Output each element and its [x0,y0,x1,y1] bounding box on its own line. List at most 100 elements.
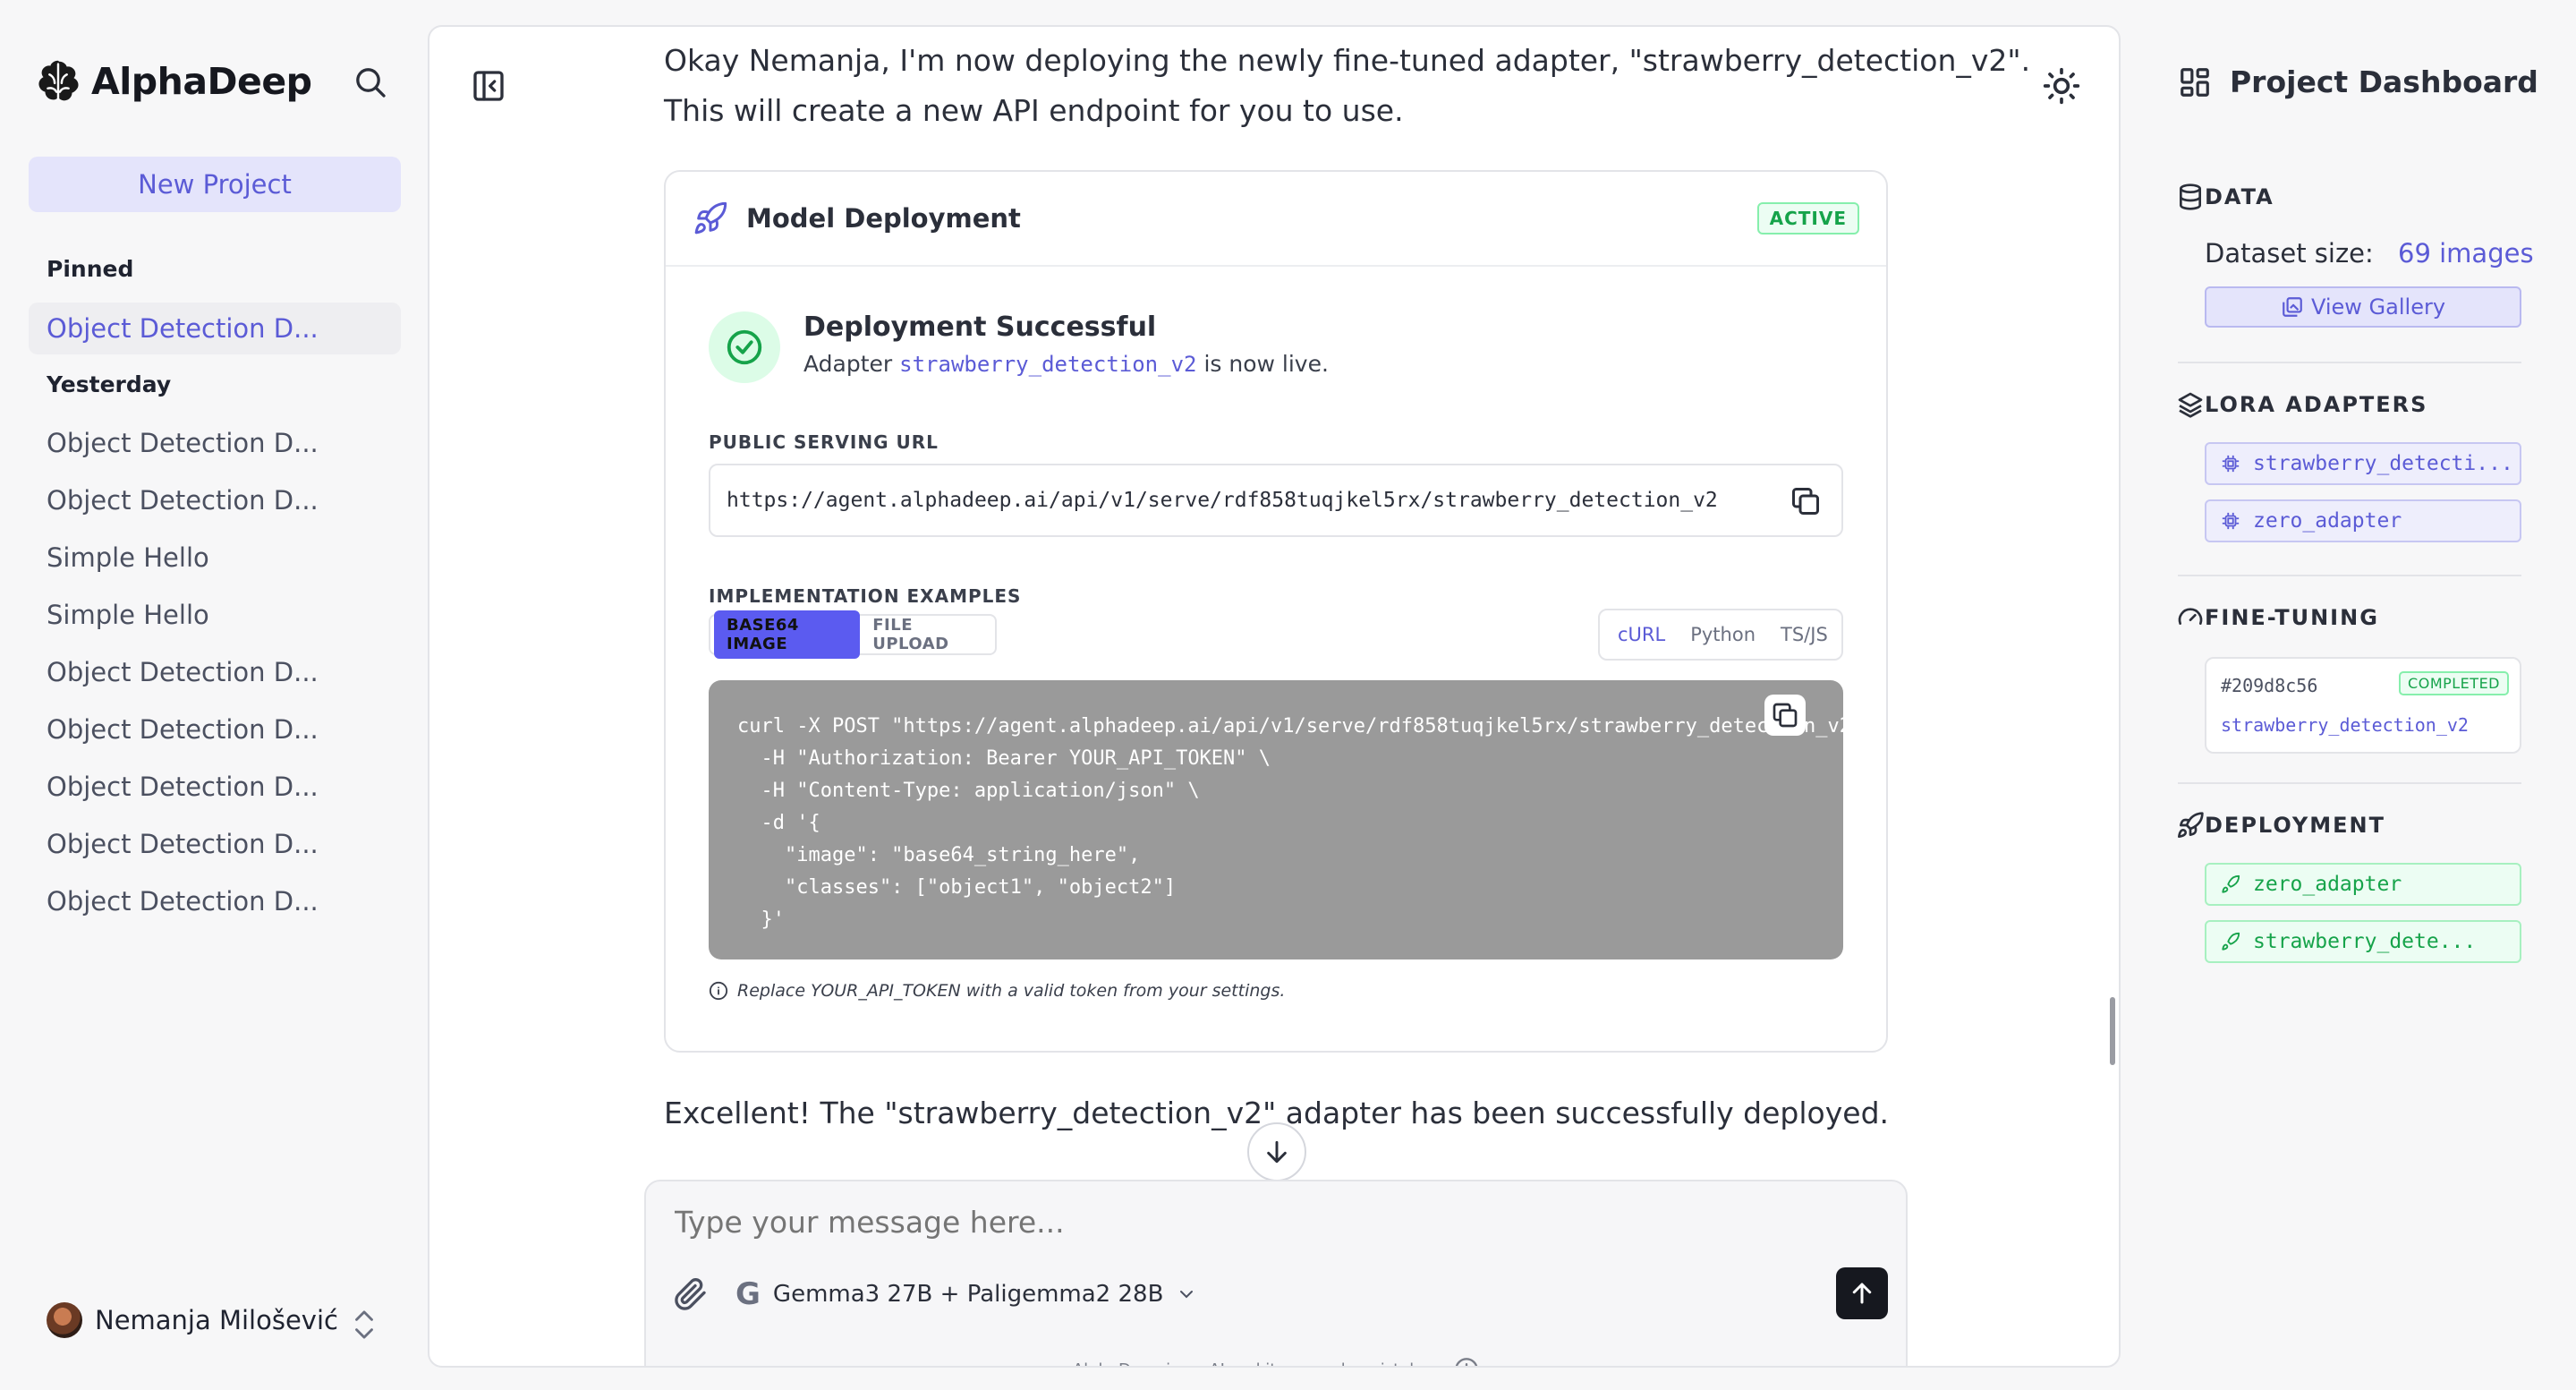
divider [2178,782,2521,784]
view-gallery-label: View Gallery [2310,294,2446,320]
left-sidebar: AlphaDeep New Project Pinned Object Dete… [0,0,428,1390]
chat-panel: Okay Nemanja, I'm now deploying the newl… [428,25,2121,1368]
dataset-size-value[interactable]: 69 images [2398,238,2534,269]
model-deployment-card: Model Deployment ACTIVE Deployment Succe… [664,170,1888,1053]
success-title: Deployment Successful [803,311,1157,343]
avatar [47,1302,82,1338]
tab-base64-image[interactable]: BASE64 IMAGE [714,610,861,659]
cpu-chip-icon [2222,455,2240,473]
sidebar-item-chat[interactable]: Object Detection D... [29,875,401,927]
brand-name: AlphaDeep [91,60,312,103]
rocket-icon [2178,812,2204,838]
deployment-chip[interactable]: zero_adapter [2205,863,2521,906]
lora-adapter-label: zero_adapter [2253,509,2402,533]
message-input[interactable] [675,1205,1838,1240]
brand[interactable]: AlphaDeep [30,54,312,109]
dashboard-title: Project Dashboard [2178,64,2538,99]
finetuning-heading: FINE-TUNING [2205,605,2379,630]
lora-heading: LORA ADAPTERS [2205,392,2428,417]
dashboard-grid-icon [2181,67,2209,97]
user-menu[interactable]: Nemanja Milošević [47,1302,338,1338]
copy-icon[interactable] [1790,485,1822,517]
info-icon [709,981,728,1001]
new-project-button[interactable]: New Project [29,157,401,212]
sidebar-item-chat[interactable]: Simple Hello [29,589,401,641]
check-circle-icon [727,329,762,365]
serving-url: https://agent.alphadeep.ai/api/v1/serve/… [727,489,1718,512]
url-label: PUBLIC SERVING URL [709,431,939,453]
send-button[interactable] [1836,1267,1888,1319]
pinned-heading: Pinned [47,256,134,282]
success-suffix: is now live. [1203,351,1329,377]
arrow-up-icon [1852,1283,1872,1304]
project-dashboard: Project Dashboard DATA Dataset size: 69 … [2121,0,2576,1390]
deployment-label: zero_adapter [2253,873,2402,896]
finetune-job-card[interactable]: #209d8c56 COMPLETED strawberry_detection… [2205,657,2521,754]
status-badge: COMPLETED [2399,671,2509,695]
sidebar-item-chat[interactable]: Object Detection D... [29,474,401,526]
lora-adapter-chip[interactable]: zero_adapter [2205,499,2521,542]
tab-curl[interactable]: cURL [1605,624,1678,645]
disclaimer-text: AlphaDeep is an AI and it can make mista… [1073,1360,1441,1367]
sidebar-item-chat[interactable]: Object Detection D... [29,646,401,698]
layers-icon [2178,392,2203,418]
copy-icon [1773,703,1798,728]
arrow-down-icon [1267,1140,1287,1164]
code-copy-button[interactable] [1764,695,1806,736]
model-selector[interactable]: G Gemma3 27B + Paligemma2 28B [735,1276,1197,1312]
view-gallery-button[interactable]: View Gallery [2205,286,2521,328]
sidebar-item-pinned[interactable]: Object Detection D... [29,303,401,354]
dashboard-title-text: Project Dashboard [2230,64,2538,99]
message-composer: G Gemma3 27B + Paligemma2 28B AlphaDeep … [644,1180,1908,1368]
divider [2178,575,2521,576]
tab-python[interactable]: Python [1678,624,1768,645]
scroll-to-bottom-button[interactable] [1247,1122,1306,1181]
lora-adapter-chip[interactable]: strawberry_detecti... [2205,442,2521,485]
success-prefix: Adapter [803,351,893,377]
assistant-message-line: This will create a new API endpoint for … [664,93,1404,128]
chevron-down-icon [1180,1291,1194,1299]
deployment-chip[interactable]: strawberry_dete... [2205,920,2521,963]
cpu-chip-icon [2222,512,2240,530]
success-subtitle: Adapter strawberry_detection_v2 is now l… [803,351,1329,377]
sidebar-item-chat[interactable]: Object Detection D... [29,761,401,813]
hint-text: Replace YOUR_API_TOKEN with a valid toke… [737,981,1286,1001]
sidebar-item-chat[interactable]: Simple Hello [29,532,401,584]
finetune-job-id: #209d8c56 [2221,675,2318,696]
tab-ts-js[interactable]: TS/JS [1768,624,1841,645]
data-heading: DATA [2205,184,2274,209]
paperclip-icon[interactable] [673,1276,709,1312]
ai-disclaimer: AlphaDeep is an AI and it can make mista… [646,1357,1906,1368]
examples-label: IMPLEMENTATION EXAMPLES [709,585,1022,607]
adapter-name: strawberry_detection_v2 [899,352,1197,377]
tab-file-upload[interactable]: FILE UPLOAD [860,610,991,659]
card-header: Model Deployment ACTIVE [666,172,1886,267]
code-example[interactable]: curl -X POST "https://agent.alphadeep.ai… [709,680,1843,959]
info-icon[interactable] [1454,1357,1479,1368]
language-tabs: cURL Python TS/JS [1598,609,1843,661]
google-icon: G [735,1276,761,1312]
chevrons-up-down-icon[interactable] [349,1307,379,1343]
model-name: Gemma3 27B + Paligemma2 28B [772,1281,1164,1308]
sun-icon[interactable] [2042,66,2081,106]
serving-url-field[interactable]: https://agent.alphadeep.ai/api/v1/serve/… [709,464,1843,537]
sidebar-item-chat[interactable]: Object Detection D... [29,704,401,755]
rocket-icon [2222,932,2240,951]
user-name: Nemanja Milošević [95,1305,338,1335]
sidebar-item-chat[interactable]: Object Detection D... [29,417,401,469]
gallery-icon [2283,297,2302,317]
deployment-section-heading: DEPLOYMENT [2178,812,2385,838]
sidebar-item-chat[interactable]: Object Detection D... [29,818,401,870]
dataset-size-label: Dataset size: [2205,238,2374,269]
search-icon[interactable] [353,64,388,100]
rocket-icon [694,201,727,235]
assistant-message-line: Okay Nemanja, I'm now deploying the newl… [664,43,2031,78]
status-badge: ACTIVE [1756,202,1859,235]
sidebar-collapse-icon[interactable] [471,68,506,104]
token-hint: Replace YOUR_API_TOKEN with a valid toke… [709,981,1285,1001]
gauge-icon [2178,608,2203,625]
scrollbar-thumb[interactable] [2110,997,2115,1065]
finetune-adapter-name: strawberry_detection_v2 [2221,714,2469,736]
data-section-heading: DATA [2180,183,2274,210]
finetuning-section-heading: FINE-TUNING [2178,605,2379,630]
